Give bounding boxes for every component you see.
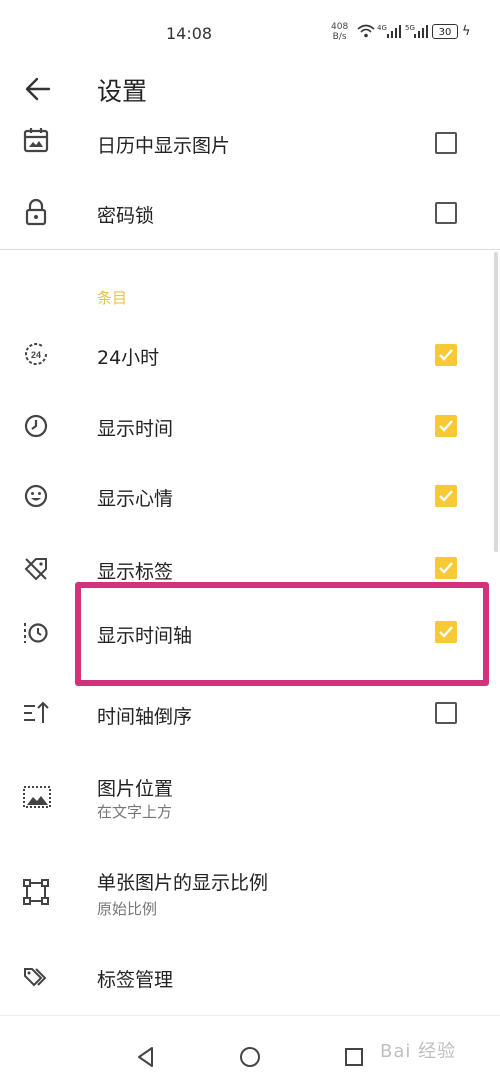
highlight-box xyxy=(75,582,489,686)
checkbox-checked[interactable] xyxy=(435,485,457,507)
section-divider xyxy=(0,249,500,250)
setting-label: 单张图片的显示比例 xyxy=(97,872,269,894)
setting-row-tag-management[interactable]: 标签管理 xyxy=(0,955,500,1003)
setting-label: 密码锁 xyxy=(97,205,155,227)
aspect-ratio-icon xyxy=(23,879,49,905)
checkbox-checked[interactable] xyxy=(435,557,457,579)
back-arrow-icon[interactable] xyxy=(24,76,52,102)
setting-label: 标签管理 xyxy=(97,969,174,991)
setting-label: 显示标签 xyxy=(97,561,174,583)
checkmark-icon xyxy=(439,349,453,361)
checkmark-icon xyxy=(439,420,453,432)
network-speed-value: 408 xyxy=(331,22,349,32)
setting-label: 显示时间 xyxy=(97,418,174,440)
checkbox[interactable] xyxy=(435,202,457,224)
setting-value: 在文字上方 xyxy=(97,803,173,821)
setting-row-show-time[interactable]: 显示时间 xyxy=(0,400,500,448)
setting-value: 原始比例 xyxy=(97,900,158,918)
app-bar: 设置 xyxy=(0,64,500,114)
section-header-entries: 条目 xyxy=(97,289,128,307)
charging-icon: ϟ xyxy=(462,24,471,39)
checkbox-checked[interactable] xyxy=(435,344,457,366)
checkmark-icon xyxy=(439,490,453,502)
status-time: 14:08 xyxy=(166,24,213,43)
setting-label: 日历中显示图片 xyxy=(97,135,231,157)
signal-bars-icon xyxy=(414,25,428,38)
setting-row-timeline-reverse[interactable]: 时间轴倒序 xyxy=(0,690,500,738)
navigation-bar: Bai 经验 xyxy=(0,1015,500,1086)
clock-icon xyxy=(24,414,48,438)
signal-bars-icon xyxy=(387,25,401,38)
checkbox[interactable] xyxy=(435,702,457,724)
smiley-icon xyxy=(24,484,48,508)
setting-label: 24小时 xyxy=(97,347,160,369)
setting-row-24-hour[interactable]: 24 24小时 xyxy=(0,330,500,378)
setting-row-calendar-image[interactable]: 日历中显示图片 xyxy=(0,120,500,168)
status-bar: 14:08 408 B/s 4G 5G 30 ϟ xyxy=(0,0,500,64)
checkbox[interactable] xyxy=(435,132,457,154)
nav-recents-icon[interactable] xyxy=(343,1046,365,1068)
setting-row-image-ratio[interactable]: 单张图片的显示比例 原始比例 xyxy=(0,864,500,924)
calendar-image-icon xyxy=(23,128,49,153)
battery-icon: 30 xyxy=(432,24,458,39)
network-speed-unit: B/s xyxy=(332,32,347,42)
setting-row-password-lock[interactable]: 密码锁 xyxy=(0,190,500,238)
lock-icon xyxy=(25,198,47,226)
timeline-icon xyxy=(24,623,48,643)
wifi-icon xyxy=(357,24,375,38)
nav-home-icon[interactable] xyxy=(239,1046,261,1068)
sort-reverse-icon xyxy=(24,701,49,723)
image-position-icon xyxy=(23,786,51,808)
setting-label: 时间轴倒序 xyxy=(97,706,193,728)
page-title: 设置 xyxy=(97,77,148,106)
network-speed: 408 B/s xyxy=(331,22,348,42)
setting-row-show-mood[interactable]: 显示心情 xyxy=(0,470,500,518)
setting-label: 图片位置 xyxy=(97,778,174,800)
tag-off-icon xyxy=(24,558,47,581)
24-hour-icon: 24 xyxy=(25,343,48,366)
tags-icon xyxy=(24,968,47,987)
nav-back-icon[interactable] xyxy=(135,1046,157,1068)
setting-label: 显示心情 xyxy=(97,488,174,510)
checkbox-checked[interactable] xyxy=(435,415,457,437)
svg-text:24: 24 xyxy=(31,350,41,360)
setting-row-image-position[interactable]: 图片位置 在文字上方 xyxy=(0,770,500,830)
checkmark-icon xyxy=(439,562,453,574)
watermark: Bai 经验 xyxy=(380,1041,457,1062)
